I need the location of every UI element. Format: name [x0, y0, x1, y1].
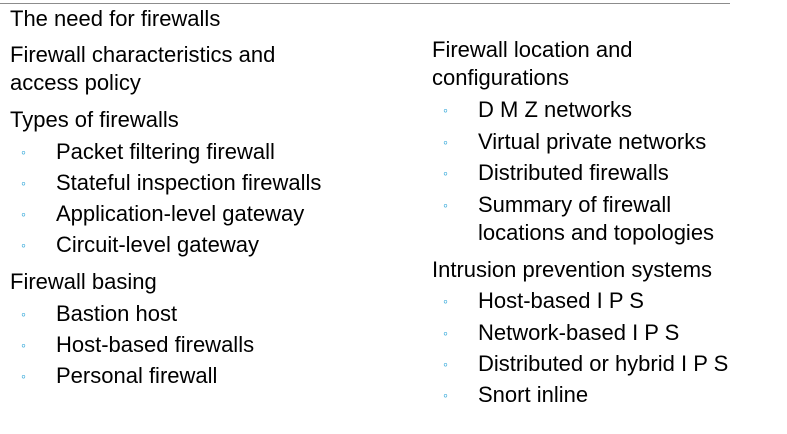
- list-item-label: D M Z networks: [478, 97, 633, 122]
- list-item-label: Distributed firewalls: [478, 160, 669, 185]
- bullet-circle-icon: ◦: [443, 387, 448, 403]
- list-item-label: Bastion host: [56, 301, 178, 326]
- bullet-circle-icon: ◦: [443, 356, 448, 372]
- bullet-circle-icon: ◦: [21, 144, 26, 160]
- heading-characteristics-line-2: access policy: [10, 70, 141, 95]
- list-item-label: Snort inline: [478, 382, 589, 407]
- bullet-circle-icon: ◦: [443, 293, 448, 309]
- bullet-circle-icon: ◦: [21, 368, 26, 384]
- bullet-circle-icon: ◦: [443, 102, 448, 118]
- top-divider: [0, 3, 730, 4]
- heading-characteristics-line-1: Firewall characteristics and: [10, 42, 276, 67]
- bullet-circle-icon: ◦: [443, 197, 448, 213]
- list-item-label: Packet filtering firewall: [56, 139, 275, 164]
- heading-intrusion-prevention: Intrusion prevention systems: [432, 257, 713, 282]
- heading-location-line-2: configurations: [432, 65, 569, 90]
- bullet-circle-icon: ◦: [443, 134, 448, 150]
- list-item-label: Distributed or hybrid I P S: [478, 351, 729, 376]
- list-item-label: Host-based firewalls: [56, 332, 255, 357]
- bullet-circle-icon: ◦: [21, 306, 26, 322]
- heading-need-for-firewalls: The need for firewalls: [10, 6, 221, 31]
- heading-types-of-firewalls: Types of firewalls: [10, 107, 179, 132]
- bullet-circle-icon: ◦: [21, 206, 26, 222]
- bullet-circle-icon: ◦: [21, 175, 26, 191]
- bullet-circle-icon: ◦: [443, 165, 448, 181]
- bullet-circle-icon: ◦: [443, 325, 448, 341]
- list-item-label: Personal firewall: [56, 363, 218, 388]
- list-item-label: Host-based I P S: [478, 288, 644, 313]
- list-item-label: Circuit-level gateway: [56, 232, 259, 257]
- list-item-label: Virtual private networks: [478, 129, 707, 154]
- list-item-label: locations and topologies: [478, 220, 715, 245]
- heading-location-line-1: Firewall location and: [432, 37, 633, 62]
- list-item-label: Stateful inspection firewalls: [56, 170, 322, 195]
- bullet-circle-icon: ◦: [21, 337, 26, 353]
- list-item-label: Network-based I P S: [478, 320, 680, 345]
- bullet-circle-icon: ◦: [21, 237, 26, 253]
- list-item-label: Application-level gateway: [56, 201, 305, 226]
- heading-firewall-basing: Firewall basing: [10, 269, 157, 294]
- list-item-label: Summary of firewall: [478, 192, 672, 217]
